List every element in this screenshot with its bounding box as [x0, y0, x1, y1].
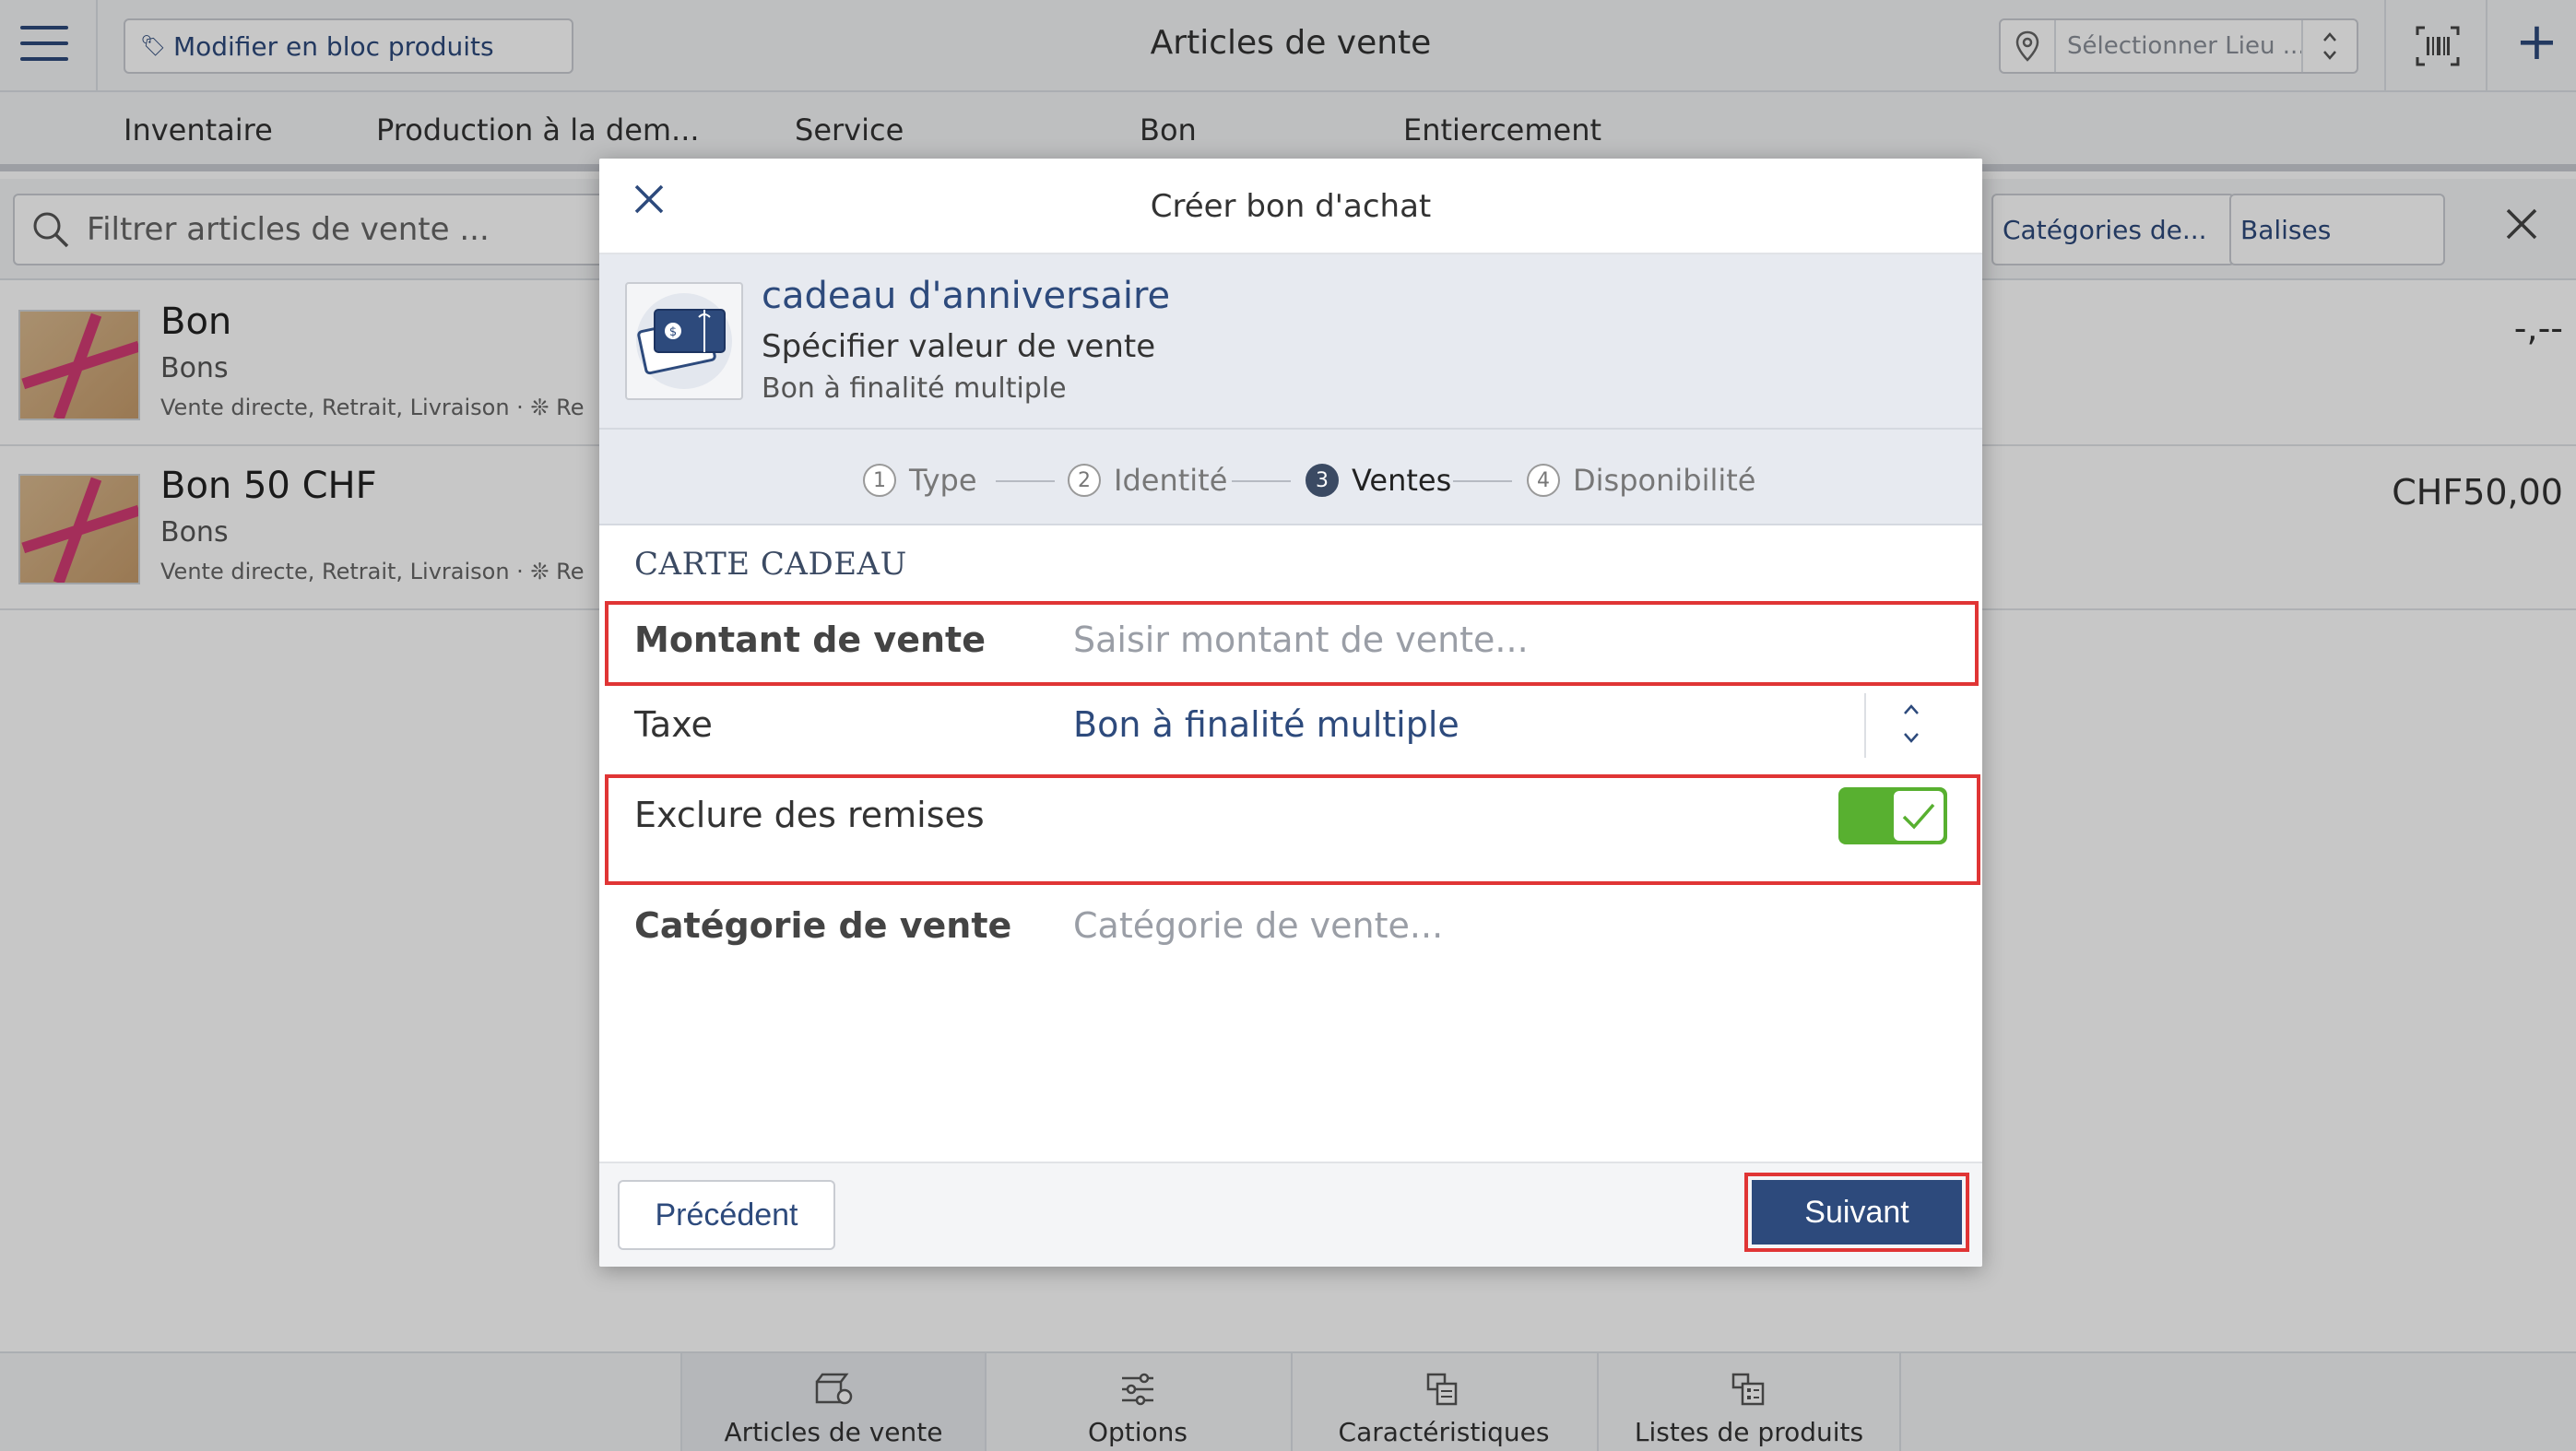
chevron-updown-icon[interactable]: [1897, 697, 1925, 752]
step-label: Disponibilité: [1573, 463, 1756, 498]
exclude-discounts-label: Exclure des remises: [634, 795, 985, 835]
svg-text:$: $: [669, 325, 677, 339]
wizard-steps: 1 Type 2 Identité 3 Ventes 4 Disponibili…: [599, 430, 1982, 525]
step-label: Ventes: [1352, 463, 1452, 498]
step-label: Identité: [1114, 463, 1228, 498]
step-identite[interactable]: 2 Identité: [1068, 463, 1227, 498]
tax-row[interactable]: Taxe Bon à finalité multiple: [599, 693, 1982, 767]
sales-category-label: Catégorie de vente: [634, 905, 1012, 946]
exclude-discounts-row: Exclure des remises: [599, 774, 1982, 885]
dialog-title: Créer bon d'achat: [1150, 188, 1432, 225]
create-voucher-dialog: Créer bon d'achat $ cadeau d'anniversair…: [599, 159, 1982, 1267]
section-title: CARTE CADEAU: [634, 546, 907, 583]
next-button[interactable]: Suivant: [1752, 1180, 1962, 1245]
tax-select-value[interactable]: Bon à finalité multiple: [1073, 704, 1459, 745]
sale-amount-label: Montant de vente: [634, 619, 986, 660]
sales-category-input[interactable]: Catégorie de vente...: [1073, 905, 1443, 946]
step-type[interactable]: 1 Type: [863, 463, 977, 498]
product-type: Bon à finalité multiple: [762, 372, 1067, 405]
highlight-frame: Suivant: [1744, 1173, 1969, 1252]
sales-category-row: Catégorie de vente Catégorie de vente...: [599, 894, 1982, 968]
product-name: cadeau d'anniversaire: [762, 275, 1171, 317]
step-connector: [1232, 480, 1291, 482]
divider: [1864, 693, 1866, 758]
dialog-footer: Précédent Suivant: [599, 1162, 1982, 1267]
step-number: 2: [1068, 464, 1101, 497]
step-number: 4: [1527, 464, 1560, 497]
product-summary: $ cadeau d'anniversaire Spécifier valeur…: [599, 254, 1982, 430]
step-disponibilite[interactable]: 4 Disponibilité: [1527, 463, 1755, 498]
step-number: 1: [863, 464, 896, 497]
tax-label: Taxe: [634, 704, 713, 745]
previous-button[interactable]: Précédent: [618, 1180, 835, 1250]
checkmark-icon: [1894, 791, 1944, 841]
dialog-body: CARTE CADEAU Montant de vente Saisir mon…: [599, 525, 1982, 1162]
step-connector: [1453, 480, 1512, 482]
dialog-header: Créer bon d'achat: [599, 159, 1982, 254]
step-label: Type: [909, 463, 977, 498]
exclude-discounts-toggle[interactable]: [1838, 787, 1947, 844]
step-connector: [996, 480, 1055, 482]
sale-amount-row: Montant de vente Saisir montant de vente…: [599, 601, 1982, 686]
gift-card-icon: $: [625, 282, 743, 400]
step-ventes[interactable]: 3 Ventes: [1306, 463, 1451, 498]
sale-amount-input[interactable]: Saisir montant de vente...: [1073, 619, 1529, 660]
step-number: 3: [1306, 464, 1339, 497]
product-subtitle: Spécifier valeur de vente: [762, 328, 1156, 365]
